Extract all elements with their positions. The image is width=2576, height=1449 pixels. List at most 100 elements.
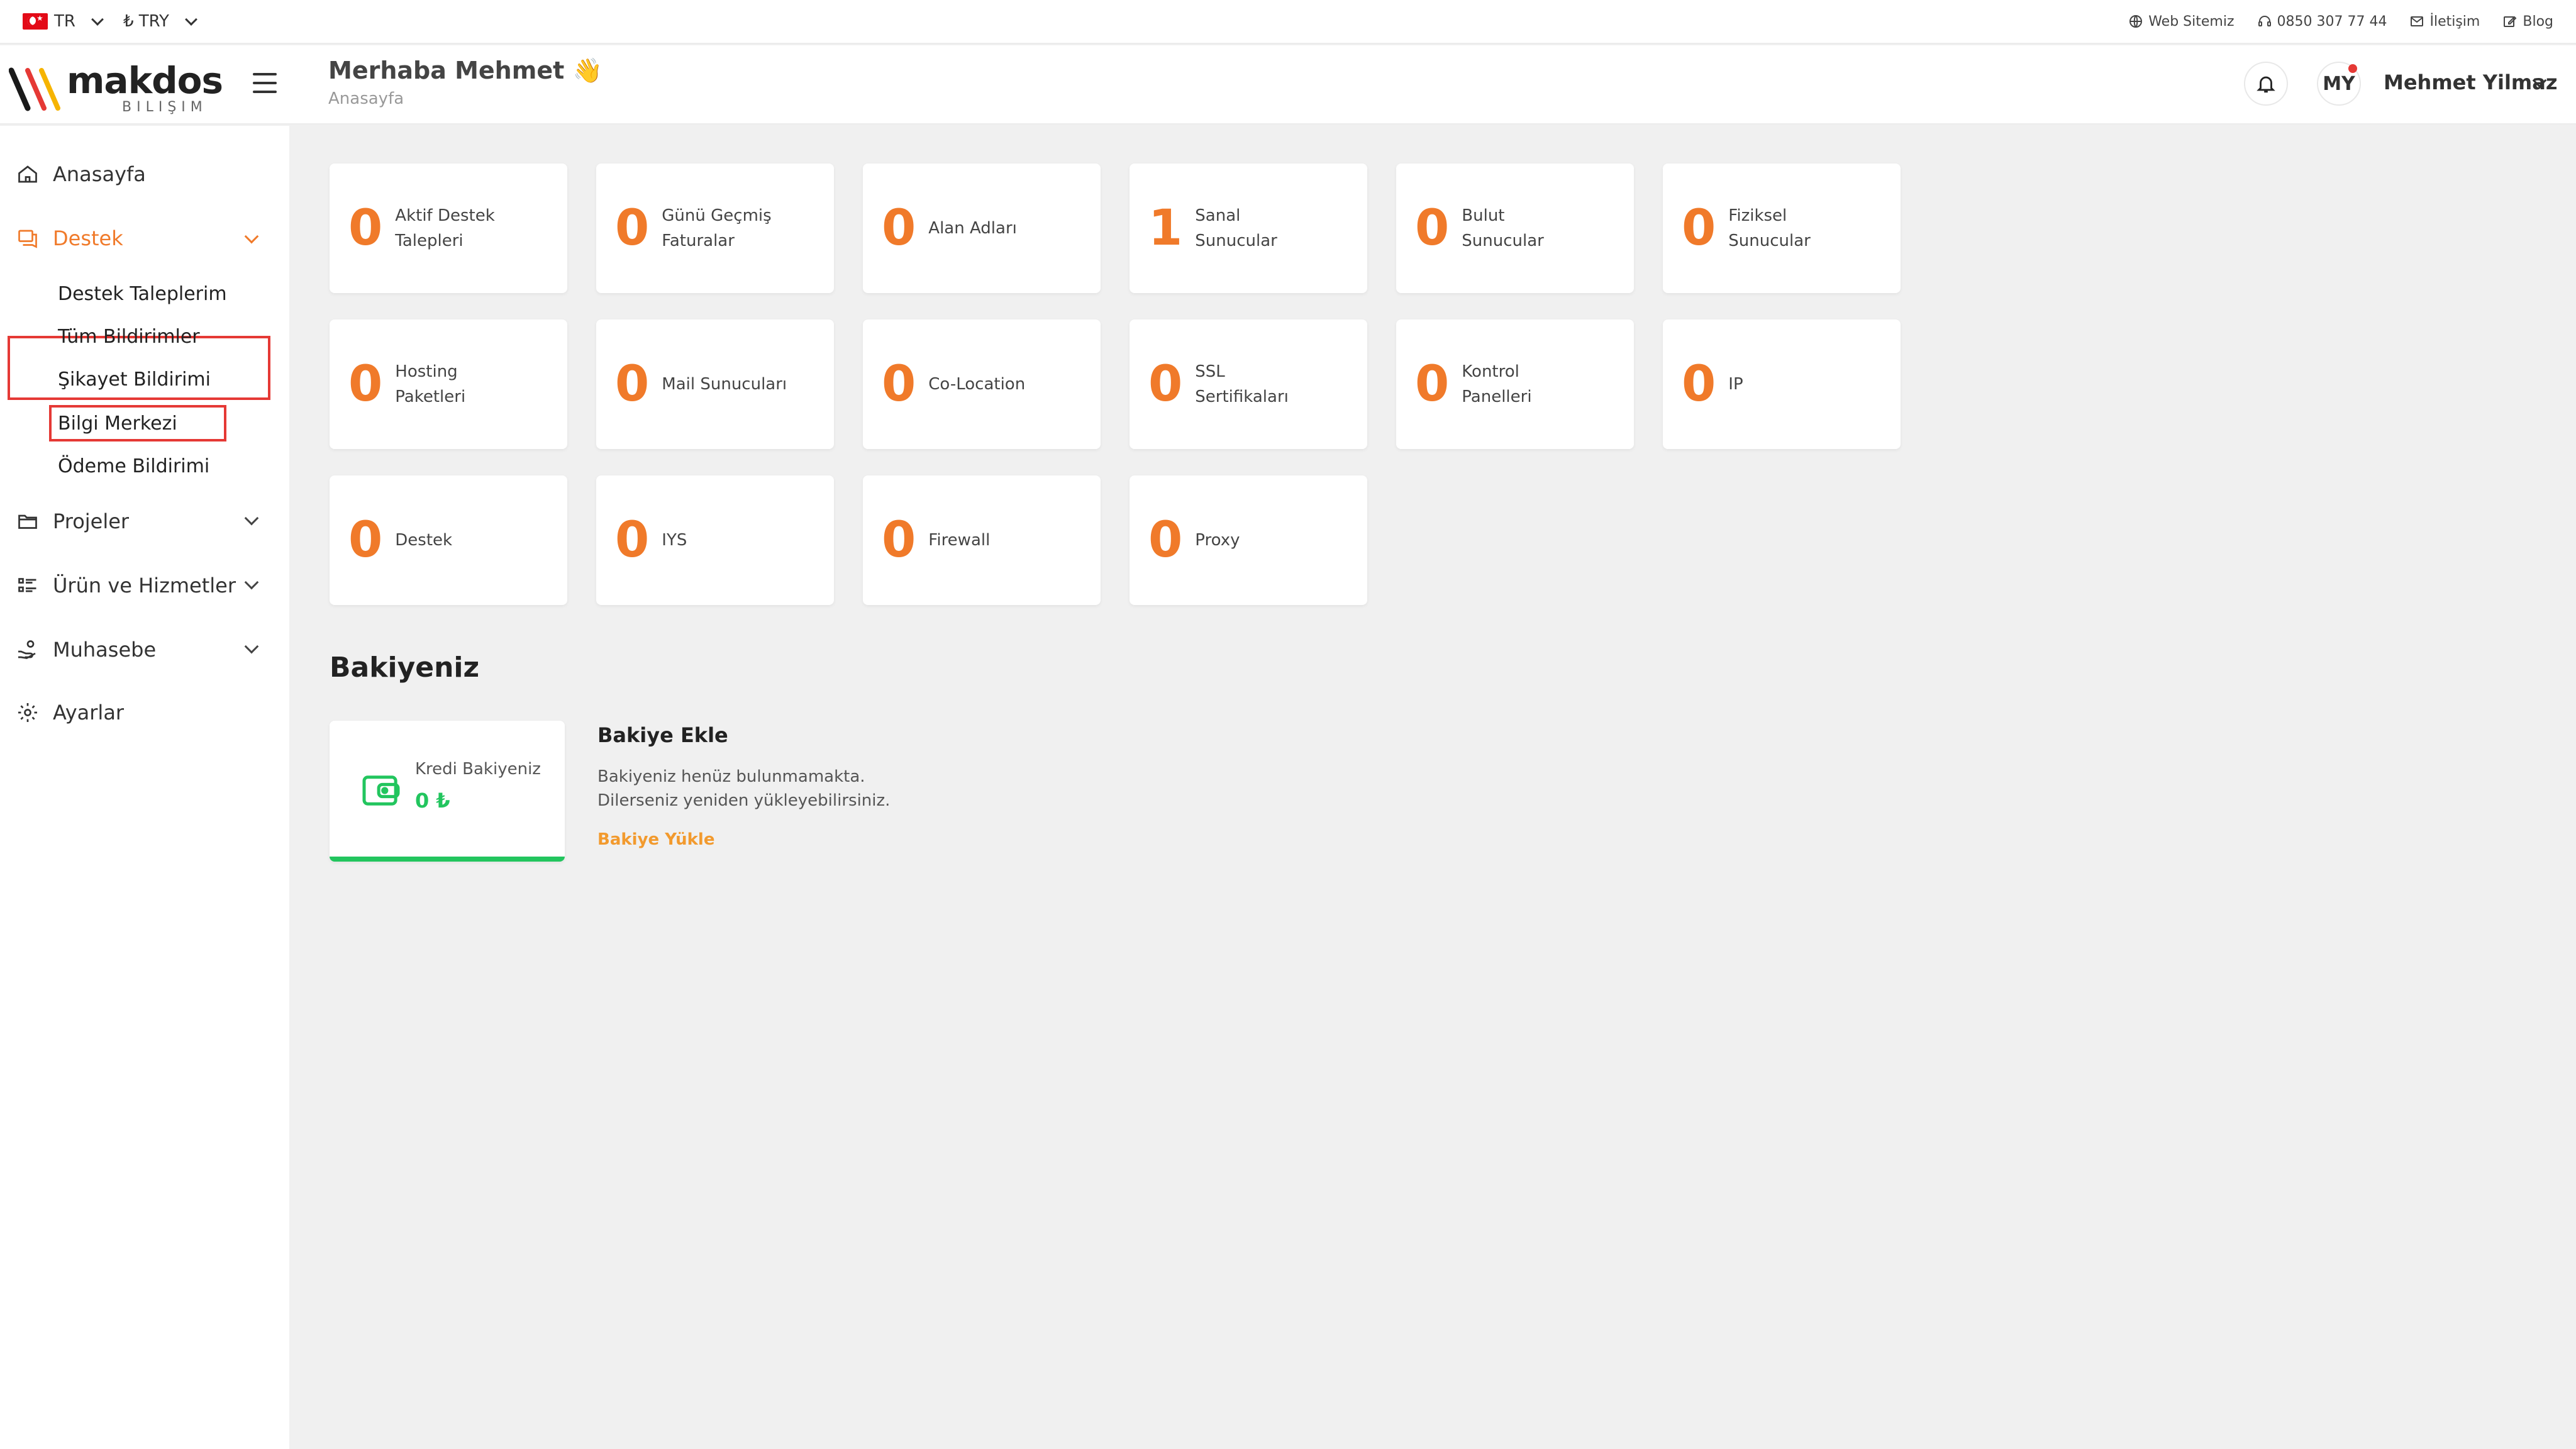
headset-icon: [2258, 16, 2271, 26]
chevron-down-icon[interactable]: [244, 511, 259, 526]
chevron-down-icon[interactable]: [244, 229, 259, 244]
currency-label: ₺ TRY: [123, 12, 169, 31]
folder-icon: [18, 514, 37, 529]
add-balance-title: Bakiye Ekle: [597, 723, 728, 747]
sidebar-item-anasayfa[interactable]: Anasayfa: [16, 162, 146, 186]
stat-card[interactable]: 1 Sanal Sunucular: [1130, 164, 1367, 293]
menu-toggle-button[interactable]: [253, 73, 277, 93]
logo-wordmark: makdos: [67, 59, 223, 102]
bell-icon: [2257, 76, 2275, 93]
sidebar-subitem-tum-bildirimler[interactable]: Tüm Bildirimler: [58, 326, 200, 348]
stat-card[interactable]: 0 Bulut Sunucular: [1396, 164, 1634, 293]
stat-card-label: Alan Adları: [928, 219, 1017, 238]
stat-card-label: Aktif Destek Talepleri: [395, 206, 495, 250]
balance-section-title: Bakiyeniz: [330, 652, 480, 684]
stat-card[interactable]: 0 IP: [1663, 319, 1901, 449]
language-label: TR: [54, 12, 75, 31]
stat-card-label: Bulut Sunucular: [1462, 206, 1544, 250]
stat-card[interactable]: 0 Alan Adları: [863, 164, 1101, 293]
sidebar-item-muhasebe[interactable]: Muhasebe: [16, 638, 156, 662]
makdos-logo[interactable]: makdos BILIŞIM: [9, 58, 223, 115]
stat-card-label: Fiziksel Sunucular: [1728, 206, 1811, 250]
stat-card-value: 0: [348, 200, 383, 257]
add-balance-desc-line2: Dilerseniz yeniden yükleyebilirsiniz.: [597, 791, 891, 810]
edit-icon: [2504, 16, 2517, 27]
add-balance-description: Bakiyeniz henüz bulunmamakta. Dilerseniz…: [597, 765, 890, 813]
notification-dot: [2348, 64, 2357, 73]
stat-card-value: 0: [348, 356, 383, 413]
mail-icon: [2411, 16, 2424, 26]
contact-link-label: İletişim: [2429, 13, 2480, 30]
stat-card-value: 0: [1148, 512, 1183, 569]
user-name[interactable]: Mehmet Yilmaz: [2384, 70, 2557, 94]
sidebar-item-destek[interactable]: Destek: [16, 226, 123, 250]
stat-card-value: 0: [882, 356, 916, 413]
load-balance-link[interactable]: Bakiye Yükle: [597, 830, 714, 849]
stat-card[interactable]: 0 Kontrol Panelleri: [1396, 319, 1634, 449]
chevron-down-icon: [91, 13, 104, 26]
stat-card-label: Sanal Sunucular: [1195, 206, 1277, 250]
stat-card[interactable]: 0 Firewall: [863, 475, 1101, 605]
stat-card-value: 0: [615, 512, 650, 569]
blog-link-label: Blog: [2523, 13, 2553, 30]
stat-card-value: 0: [1415, 200, 1450, 257]
stat-card-label: Günü Geçmiş Faturalar: [662, 206, 772, 250]
globe-icon: [2129, 15, 2143, 28]
phone-link-label: 0850 307 77 44: [2277, 13, 2387, 30]
header: makdos BILIŞIM Merhaba Mehmet 👋 Anasayfa…: [0, 45, 2576, 125]
phone-link[interactable]: 0850 307 77 44: [2257, 14, 2387, 30]
sidebar-item-urun-ve-hizmetler[interactable]: Ürün ve Hizmetler: [16, 574, 236, 597]
language-selector[interactable]: TR: [23, 12, 108, 31]
stat-card[interactable]: 0 Mail Sunucuları: [596, 319, 834, 449]
stat-card-value: 0: [348, 512, 383, 569]
stat-card-value: 0: [882, 512, 916, 569]
stat-card[interactable]: 0 Co-Location: [863, 319, 1101, 449]
stat-card[interactable]: 0 Hosting Paketleri: [330, 319, 567, 449]
credit-balance-value: 0 ₺: [415, 789, 450, 813]
sidebar-item-label: Ayarlar: [53, 701, 125, 724]
contact-link[interactable]: İletişim: [2409, 14, 2480, 30]
stat-card-label: Kontrol Panelleri: [1462, 362, 1532, 406]
stat-card-label: IP: [1728, 375, 1743, 394]
support-icon: [18, 230, 37, 248]
credit-balance-label: Kredi Bakiyeniz: [415, 760, 541, 779]
stat-card[interactable]: 0 IYS: [596, 475, 834, 605]
website-link-label: Web Sitemiz: [2148, 13, 2235, 30]
sidebar: Anasayfa Destek Destek Taleplerim Tüm Bi…: [0, 126, 289, 1449]
stat-card-label: Firewall: [928, 531, 991, 550]
sidebar-item-label: Projeler: [53, 509, 130, 533]
gear-icon: [18, 703, 37, 722]
sidebar-subitem-destek-taleplerim[interactable]: Destek Taleplerim: [58, 283, 227, 305]
stat-card-value: 0: [1148, 356, 1183, 413]
credit-balance-card: Kredi Bakiyeniz 0 ₺: [330, 721, 565, 862]
currency-selector[interactable]: ₺ TRY: [123, 12, 202, 31]
sidebar-item-projeler[interactable]: Projeler: [16, 509, 129, 533]
stat-card[interactable]: 0 Proxy: [1130, 475, 1367, 605]
chevron-down-icon[interactable]: [244, 639, 259, 654]
hand-coins-icon: [18, 640, 36, 659]
avatar[interactable]: MY: [2317, 62, 2361, 106]
greeting-title: Merhaba Mehmet 👋: [328, 57, 602, 84]
sidebar-subitem-odeme-bildirimi[interactable]: Ödeme Bildirimi: [58, 455, 209, 477]
stat-card-value: 0: [882, 200, 916, 257]
notifications-button[interactable]: [2244, 62, 2288, 106]
chevron-down-icon[interactable]: [244, 575, 259, 590]
stat-card[interactable]: 0 Fiziksel Sunucular: [1663, 164, 1901, 293]
stat-card[interactable]: 0 SSL Sertifikaları: [1130, 319, 1367, 449]
list-icon: [18, 578, 36, 592]
stat-card-label: Hosting Paketleri: [395, 362, 466, 406]
stat-card-label: Proxy: [1195, 531, 1240, 550]
stat-card-value: 0: [615, 200, 650, 257]
blog-link[interactable]: Blog: [2502, 14, 2553, 30]
sidebar-subitem-sikayet-bildirimi[interactable]: Şikayet Bildirimi: [58, 369, 211, 391]
stat-card[interactable]: 0 Destek: [330, 475, 567, 605]
sidebar-item-ayarlar[interactable]: Ayarlar: [16, 701, 124, 724]
stat-card-label: Mail Sunucuları: [662, 375, 787, 394]
sidebar-subitem-bilgi-merkezi[interactable]: Bilgi Merkezi: [58, 413, 177, 435]
website-link[interactable]: Web Sitemiz: [2128, 13, 2235, 30]
stat-card[interactable]: 0 Aktif Destek Talepleri: [330, 164, 567, 293]
stat-card-value: 0: [1682, 200, 1716, 257]
stat-card[interactable]: 0 Günü Geçmiş Faturalar: [596, 164, 834, 293]
add-balance-desc-line1: Bakiyeniz henüz bulunmamakta.: [597, 767, 865, 786]
sidebar-item-label: Ürün ve Hizmetler: [53, 574, 236, 597]
